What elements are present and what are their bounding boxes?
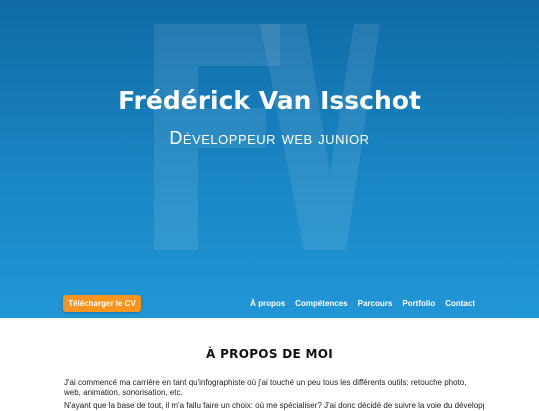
hero-section: Frédérick Van Isschot Développeur web ju…	[0, 0, 539, 318]
about-paragraph: J'ai commencé ma carrière en tant qu'inf…	[64, 378, 467, 397]
nav-item-skills[interactable]: Compétences	[295, 299, 347, 308]
nav-item-contact[interactable]: Contact	[445, 299, 475, 308]
about-title: À PROPOS DE MOI	[206, 347, 333, 361]
hero-title: Frédérick Van Isschot	[118, 86, 421, 115]
about-section: À PROPOS DE MOI J'ai commencé ma carrièr…	[0, 318, 539, 410]
nav-item-career[interactable]: Parcours	[358, 299, 393, 308]
main-nav: À propos Compétences Parcours Portfolio …	[250, 299, 475, 308]
hero-subtitle: Développeur web junior	[169, 128, 370, 148]
nav-item-portfolio[interactable]: Portfolio	[402, 299, 435, 308]
about-paragraph: N'ayant que la base de tout, il m'a fall…	[64, 401, 484, 410]
nav-item-about[interactable]: À propos	[250, 299, 285, 308]
download-cv-button[interactable]: Télécharger le CV	[63, 295, 141, 312]
